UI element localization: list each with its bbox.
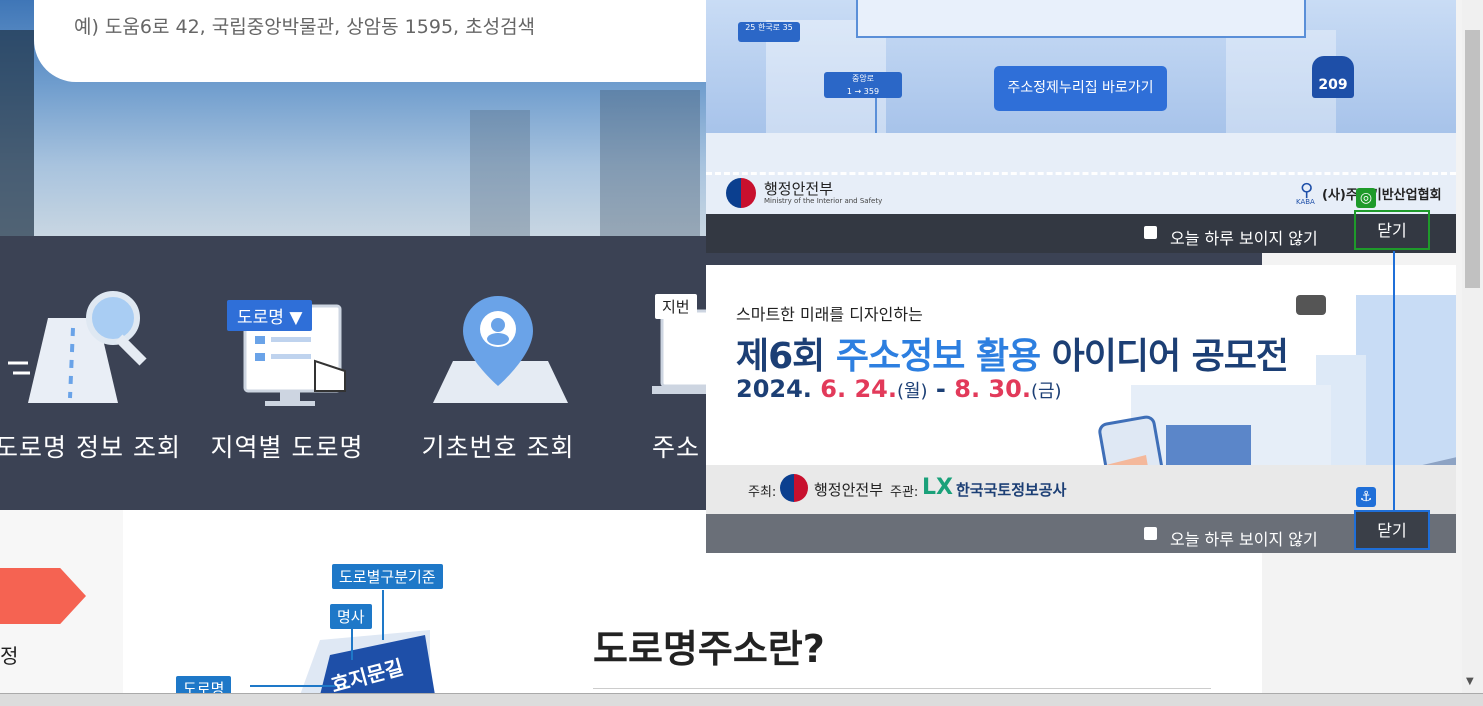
dont-show-label[interactable]: 오늘 하루 보이지 않기	[1170, 225, 1318, 249]
sign-pole	[875, 98, 877, 133]
magnifier-road-icon	[8, 291, 147, 403]
popup-contest: 스마트한 미래를 디자인하는 제6회 주소정보 활용 아이디어 공모전 2024…	[706, 265, 1456, 553]
page-title: 도로명주소란?	[593, 627, 825, 671]
menu-item-label: 도로명 정보 조회	[0, 433, 181, 462]
org-name: 한국국토정보공사	[956, 481, 1067, 499]
horizontal-scrollbar[interactable]	[0, 693, 1483, 706]
sign-num: 209	[1318, 77, 1348, 93]
tag-road-criteria: 도로별구분기준	[332, 564, 443, 589]
ministry-name: 행정안전부	[764, 180, 834, 198]
org-label: 주관:	[890, 485, 919, 500]
date-year: 2024.	[736, 375, 821, 403]
popup-footer-bar: 오늘 하루 보이지 않기 닫기	[706, 510, 1456, 553]
sign-num: 35	[782, 23, 793, 32]
side-text: 정	[0, 644, 19, 668]
sign-name: 한국로	[757, 23, 781, 32]
ministry-name-en: Ministry of the Interior and Safety	[764, 197, 883, 205]
partner-name: (사)주소기반산업협회	[1322, 188, 1442, 203]
scrollbar-thumb[interactable]	[1465, 30, 1480, 288]
street-sign: 중앙로 1 → 359	[824, 72, 902, 98]
road-name-badge: 도로명 ▼	[227, 300, 313, 331]
partner-short: KABA	[1296, 198, 1315, 206]
popup-address-refine: 25 한국로 35 중앙로 1 → 359 209 주소정제누리집 바로가기 행…	[706, 0, 1456, 253]
contest-date: 2024. 6. 24.(월) - 8. 30.(금)	[736, 375, 1062, 403]
lx-logo-icon: LX	[922, 475, 953, 500]
jibun-badge: 지번	[655, 294, 697, 319]
sign-name: 중앙로	[851, 74, 875, 83]
road-dash	[706, 172, 1456, 175]
divider	[593, 688, 1211, 689]
anchor-icon: ⚓	[1356, 487, 1376, 507]
sign-num: 25	[745, 23, 756, 32]
building-number-sign: 209	[1312, 56, 1354, 98]
contest-organizers: 주최: 행정안전부 주관: LX 한국국토정보공사	[706, 465, 1456, 514]
dont-show-checkbox[interactable]	[1144, 226, 1157, 239]
road-sign-illustration	[250, 590, 435, 695]
contest-subtitle: 스마트한 미래를 디자인하는	[736, 305, 923, 324]
menu-item-road-info[interactable]: 도로명 정보 조회	[0, 236, 188, 510]
scroll-down-icon[interactable]: ▼	[1466, 676, 1474, 687]
taegeuk-icon	[726, 178, 756, 208]
menu-item-base-number[interactable]: 기초번호 조회	[398, 236, 598, 510]
date-start: 6. 24.	[820, 375, 897, 403]
address-refine-button[interactable]: 주소정제누리집 바로가기	[994, 66, 1167, 111]
close-button[interactable]: 닫기	[1354, 210, 1430, 250]
menu-item-region-road[interactable]: 도로명 ▼ 지역별 도로명	[187, 236, 387, 510]
target-icon: ◎	[1356, 188, 1376, 208]
search-input[interactable]: 예) 도움6로 42, 국립중앙박물관, 상암동 1595, 초성검색	[34, 0, 734, 82]
title-pre: 제6회	[736, 336, 836, 377]
guide-line	[1393, 251, 1395, 510]
location-pin-icon	[433, 296, 568, 403]
sign-arrow: 1 → 359	[846, 87, 880, 96]
date-end-day: (금)	[1030, 381, 1062, 402]
taegeuk-icon	[780, 474, 808, 502]
date-end: 8. 30.	[954, 375, 1031, 403]
date-start-day: (월)	[896, 381, 928, 402]
close-button[interactable]: 닫기	[1354, 510, 1430, 550]
tag-noun: 명사	[330, 604, 372, 629]
street-sign: 25 한국로 35	[738, 22, 800, 42]
dont-show-label[interactable]: 오늘 하루 보이지 않기	[1170, 526, 1318, 550]
dont-show-checkbox[interactable]	[1144, 527, 1157, 540]
menu-item-address[interactable]: 지번 주소	[576, 236, 732, 510]
title-highlight: 주소정보 활용	[835, 336, 1041, 377]
side-panel: 정	[0, 510, 123, 695]
date-sep: -	[927, 375, 955, 403]
host-name: 행정안전부	[814, 481, 884, 499]
menu-item-label: 기초번호 조회	[421, 433, 575, 462]
side-arrow-tab[interactable]	[0, 568, 86, 624]
host-label: 주최:	[748, 485, 777, 500]
menu-item-label: 지역별 도로명	[210, 433, 364, 462]
popup-footer-bar: 오늘 하루 보이지 않기 닫기	[706, 210, 1456, 253]
